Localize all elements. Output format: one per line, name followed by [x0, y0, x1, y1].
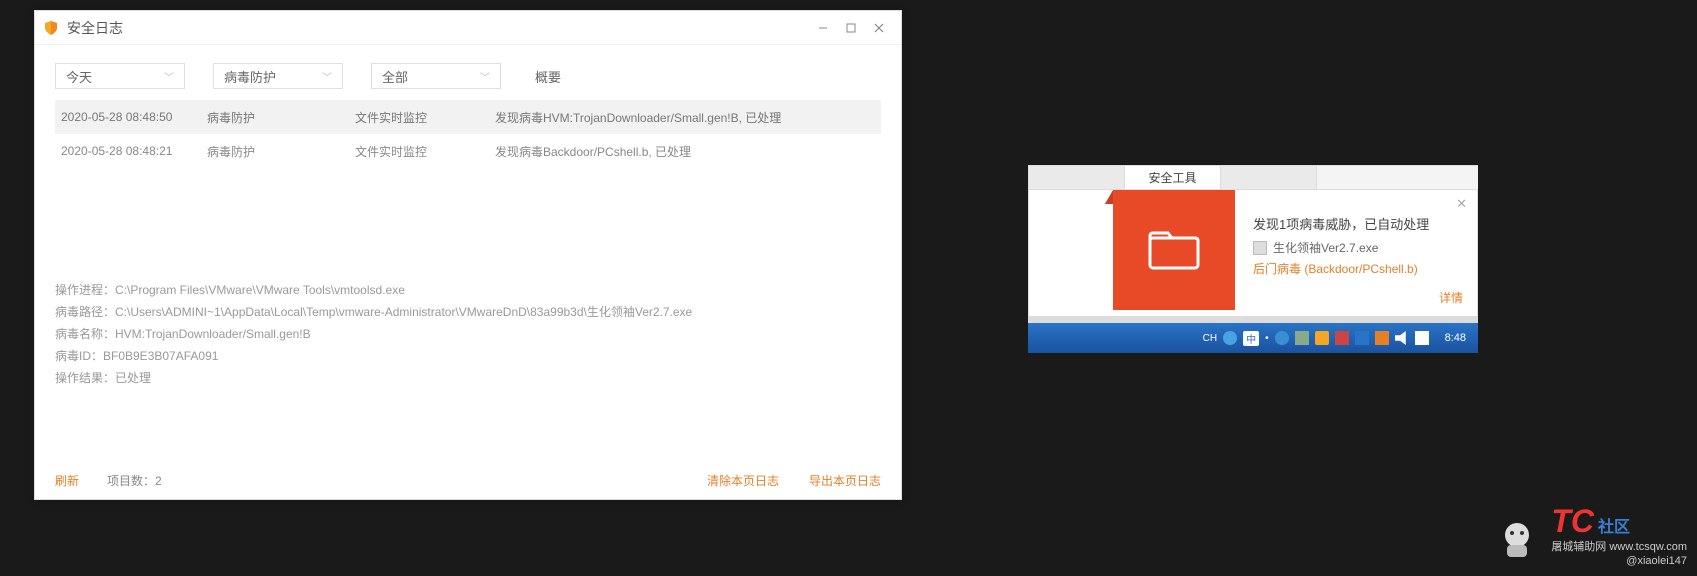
tray-separator: • — [1265, 333, 1269, 344]
virus-notification: ✕ 发现1项病毒威胁，已自动处理 生化领袖Ver2.7.exe 后门病毒 (Ba… — [1028, 189, 1478, 317]
ime-lang[interactable]: CH — [1203, 333, 1217, 344]
maximize-button[interactable] — [837, 16, 865, 40]
footer-bar: 刷新 项目数：2 清除本页日志 导出本页日志 — [55, 472, 881, 489]
chevron-down-icon: ﹀ — [322, 69, 332, 84]
detail-virus-id: 病毒ID：BF0B9E3B07AFA091 — [55, 345, 881, 367]
brand-main: TC — [1551, 503, 1594, 540]
tab-blank[interactable] — [1029, 166, 1125, 189]
notification-area: 安全工具 ✕ 发现1项病毒威胁，已自动处理 生化领袖Ver2.7.exe 后门病… — [1028, 165, 1478, 353]
help-icon[interactable] — [1275, 331, 1289, 345]
tray-app-icon[interactable] — [1355, 331, 1369, 345]
tray-app-icon[interactable] — [1375, 331, 1389, 345]
shield-icon[interactable] — [1315, 331, 1329, 345]
titlebar: 安全日志 — [35, 11, 901, 45]
tab-label: 安全工具 — [1148, 169, 1196, 186]
cell-source: 文件实时监控 — [355, 143, 495, 160]
tab-blank[interactable] — [1221, 166, 1317, 189]
date-filter-label: 今天 — [66, 67, 92, 86]
tray-app-icon[interactable] — [1335, 331, 1349, 345]
taskbar: CH 中 • 8:48 — [1028, 323, 1478, 353]
file-name: 生化领袖Ver2.7.exe — [1273, 239, 1378, 256]
cell-summary: 发现病毒HVM:TrojanDownloader/Small.gen!B, 已处… — [495, 109, 881, 126]
cell-time: 2020-05-28 08:48:50 — [55, 110, 207, 124]
chevron-down-icon: ﹀ — [480, 69, 490, 84]
detail-result: 操作结果：已处理 — [55, 367, 881, 389]
cell-type: 病毒防护 — [207, 109, 355, 126]
close-button[interactable] — [865, 16, 893, 40]
item-count: 项目数：2 — [107, 472, 162, 489]
security-log-window: 安全日志 今天 ﹀ 病毒防护 ﹀ 全部 ﹀ 概要 2020-05-28 08:4… — [34, 10, 902, 500]
folder-icon — [1146, 228, 1202, 272]
mascot-icon — [1493, 515, 1541, 568]
ime-indicator[interactable]: 中 — [1243, 331, 1259, 346]
detail-link[interactable]: 详情 — [1439, 289, 1463, 306]
threat-name: 后门病毒 (Backdoor/PCshell.b) — [1253, 260, 1463, 277]
minimize-button[interactable] — [809, 16, 837, 40]
system-tray: CH 中 • 8:48 — [1203, 331, 1472, 346]
taskbar-clock[interactable]: 8:48 — [1445, 332, 1466, 344]
watermark-site: 屠城辅助网 www.tcsqw.com — [1551, 540, 1687, 554]
cell-source: 文件实时监控 — [355, 109, 495, 126]
category-filter-label: 病毒防护 — [224, 67, 276, 86]
table-row[interactable]: 2020-05-28 08:48:50 病毒防护 文件实时监控 发现病毒HVM:… — [55, 100, 881, 134]
date-filter-dropdown[interactable]: 今天 ﹀ — [55, 63, 185, 89]
watermark: TC 社区 屠城辅助网 www.tcsqw.com @xiaolei147 — [1493, 503, 1687, 568]
table-row[interactable]: 2020-05-28 08:48:21 病毒防护 文件实时监控 发现病毒Back… — [55, 134, 881, 168]
window-title: 安全日志 — [67, 18, 809, 38]
detail-path: 病毒路径：C:\Users\ADMINI~1\AppData\Local\Tem… — [55, 301, 881, 323]
scope-filter-dropdown[interactable]: 全部 ﹀ — [371, 63, 501, 89]
watermark-handle: @xiaolei147 — [1551, 554, 1687, 568]
summary-header: 概要 — [529, 63, 567, 90]
brand-sub: 社区 — [1598, 513, 1630, 537]
cell-summary: 发现病毒Backdoor/PCshell.b, 已处理 — [495, 143, 881, 160]
app-shield-icon — [43, 20, 59, 36]
scope-filter-label: 全部 — [382, 67, 408, 86]
volume-icon[interactable] — [1395, 331, 1409, 345]
detail-process: 操作进程：C:\Program Files\VMware\VMware Tool… — [55, 279, 881, 301]
refresh-button[interactable]: 刷新 — [55, 472, 79, 489]
tab-strip: 安全工具 — [1028, 165, 1478, 189]
penguin-icon[interactable] — [1223, 331, 1237, 345]
filter-bar: 今天 ﹀ 病毒防护 ﹀ 全部 ﹀ 概要 — [35, 45, 901, 100]
category-filter-dropdown[interactable]: 病毒防护 ﹀ — [213, 63, 343, 89]
log-rows: 2020-05-28 08:48:50 病毒防护 文件实时监控 发现病毒HVM:… — [55, 100, 881, 168]
tool-icon[interactable] — [1295, 331, 1309, 345]
detail-virus-name: 病毒名称：HVM:TrojanDownloader/Small.gen!B — [55, 323, 881, 345]
notification-body: 发现1项病毒威胁，已自动处理 生化领袖Ver2.7.exe 后门病毒 (Back… — [1253, 214, 1463, 277]
cell-time: 2020-05-28 08:48:21 — [55, 144, 207, 158]
details-panel: 操作进程：C:\Program Files\VMware\VMware Tool… — [55, 278, 881, 389]
close-icon[interactable]: ✕ — [1456, 196, 1467, 212]
notification-title: 发现1项病毒威胁，已自动处理 — [1253, 214, 1463, 233]
chevron-down-icon: ﹀ — [164, 69, 174, 84]
tab-security-tools[interactable]: 安全工具 — [1125, 166, 1221, 189]
cell-type: 病毒防护 — [207, 143, 355, 160]
export-log-button[interactable]: 导出本页日志 — [809, 472, 881, 489]
notification-file: 生化领袖Ver2.7.exe — [1253, 239, 1463, 256]
clear-log-button[interactable]: 清除本页日志 — [707, 472, 779, 489]
alert-banner — [1113, 190, 1235, 310]
exe-file-icon — [1253, 241, 1267, 255]
network-icon[interactable] — [1415, 331, 1429, 345]
